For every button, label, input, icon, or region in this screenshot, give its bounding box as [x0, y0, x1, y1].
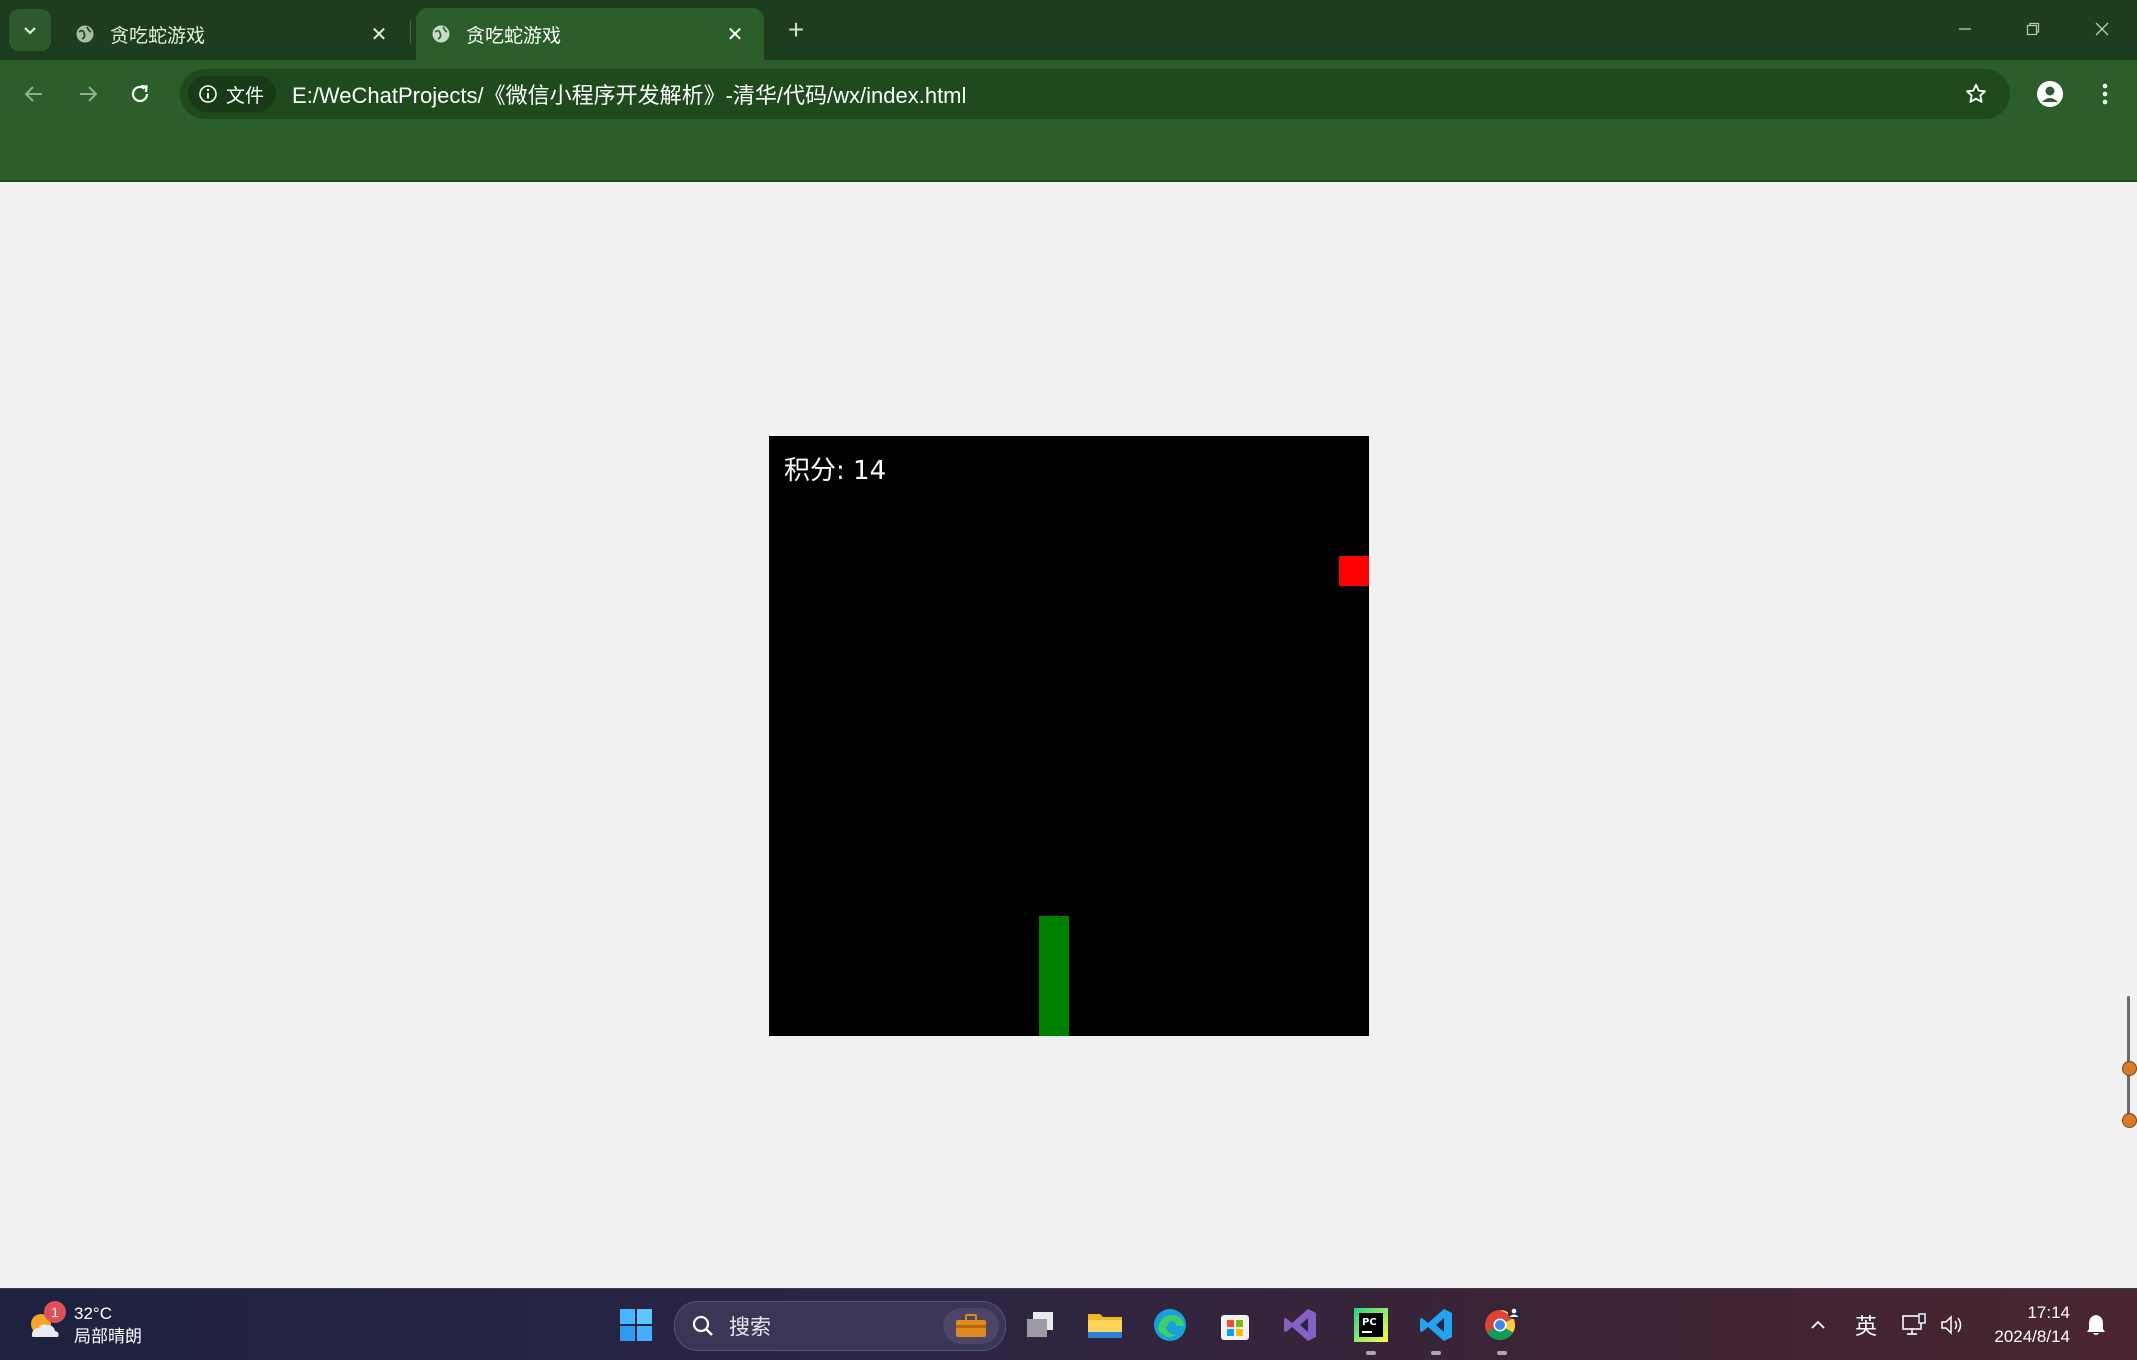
restore-icon	[2026, 22, 2040, 36]
search-icon	[689, 1312, 717, 1340]
plus-icon: +	[787, 14, 805, 45]
slider-knob[interactable]	[2122, 1113, 2137, 1128]
close-icon[interactable]: ✕	[364, 19, 394, 49]
windows-logo-icon	[620, 1309, 652, 1341]
slider-knob[interactable]	[2122, 1061, 2137, 1076]
tab-title: 贪吃蛇游戏	[466, 25, 562, 47]
tab-divider	[410, 20, 411, 44]
info-icon	[199, 85, 217, 103]
taskbar: 1 32°C 局部晴朗 搜索 PC 英 17:14 2024/8/14	[0, 1288, 2137, 1360]
globe-icon	[430, 23, 452, 45]
search-placeholder: 搜索	[729, 1316, 771, 1339]
clock-time: 17:14	[2027, 1303, 2070, 1322]
bookmark-button[interactable]	[1956, 74, 1996, 114]
edge-button[interactable]	[1146, 1301, 1194, 1349]
arrow-right-icon	[80, 86, 98, 102]
volume-button[interactable]	[1934, 1301, 1970, 1349]
clock[interactable]: 17:14 2024/8/14	[1980, 1301, 2070, 1349]
speaker-icon	[1941, 1315, 1962, 1335]
vscode-button[interactable]	[1412, 1301, 1460, 1355]
minimize-icon	[1959, 28, 1971, 30]
network-button[interactable]	[1896, 1301, 1932, 1349]
restore-button[interactable]	[2008, 8, 2058, 50]
input-method-indicator[interactable]: 英	[1848, 1301, 1884, 1349]
new-tab-button[interactable]: +	[780, 14, 812, 46]
address-bar[interactable]: 文件 E:/WeChatProjects/《微信小程序开发解析》-清华/代码/w…	[180, 69, 2010, 119]
bell-icon	[2087, 1315, 2105, 1335]
browser-window: 贪吃蛇游戏 ✕ 贪吃蛇游戏 ✕ + 文件 E:/WeChatProjects/《…	[0, 0, 2137, 1360]
folder-icon	[1088, 1314, 1122, 1338]
tab-snake-game-1[interactable]: 贪吃蛇游戏 ✕	[60, 8, 408, 60]
close-icon[interactable]: ✕	[720, 19, 750, 49]
arrow-left-icon	[24, 86, 42, 102]
tab-search-button[interactable]	[9, 9, 51, 51]
task-view-icon	[1027, 1312, 1053, 1337]
close-window-button[interactable]	[2077, 8, 2127, 50]
notifications-button[interactable]	[2078, 1301, 2114, 1349]
forward-button[interactable]	[68, 74, 108, 114]
minimize-button[interactable]	[1940, 8, 1990, 50]
side-slider-widget[interactable]	[2121, 996, 2137, 1136]
avatar-icon	[2037, 81, 2063, 107]
chrome-icon	[1485, 1307, 1520, 1341]
partly-sunny-icon: 1	[24, 1301, 66, 1345]
svg-text:PC: PC	[1362, 1317, 1377, 1328]
edge-icon	[1154, 1309, 1186, 1341]
page-viewport: 积分: 14	[0, 182, 2137, 1288]
tab-strip: 贪吃蛇游戏 ✕ 贪吃蛇游戏 ✕ +	[0, 0, 2137, 60]
visual-studio-button[interactable]	[1276, 1301, 1324, 1349]
running-indicator	[1366, 1351, 1376, 1355]
menu-button[interactable]	[2085, 74, 2125, 114]
snake-game-canvas[interactable]: 积分: 14	[769, 436, 1369, 1036]
store-icon	[1221, 1315, 1249, 1340]
vscode-icon	[1420, 1309, 1452, 1341]
browser-toolbar: 文件 E:/WeChatProjects/《微信小程序开发解析》-清华/代码/w…	[0, 60, 2137, 182]
score-label: 积分: 14	[784, 456, 887, 486]
briefcase-icon	[943, 1308, 999, 1344]
taskbar-search[interactable]: 搜索	[674, 1301, 1006, 1351]
visual-studio-icon	[1284, 1309, 1316, 1341]
reload-icon	[131, 84, 149, 103]
star-icon	[1966, 83, 1986, 103]
weather-condition: 局部晴朗	[74, 1327, 142, 1346]
site-info-chip[interactable]: 文件	[188, 76, 277, 112]
food-block	[1339, 556, 1369, 586]
chevron-down-icon	[24, 27, 36, 35]
notification-badge: 1	[44, 1301, 66, 1323]
snake-body	[1039, 916, 1069, 1036]
running-indicator	[1497, 1351, 1507, 1355]
tab-title: 贪吃蛇游戏	[110, 25, 206, 47]
reload-button[interactable]	[120, 74, 160, 114]
chevron-up-icon	[1811, 1320, 1825, 1329]
start-button[interactable]	[612, 1301, 660, 1349]
more-vertical-icon	[2102, 83, 2108, 105]
weather-widget[interactable]: 1 32°C 局部晴朗	[24, 1299, 184, 1351]
back-button[interactable]	[14, 74, 54, 114]
pycharm-button[interactable]: PC	[1347, 1301, 1395, 1355]
chrome-button[interactable]	[1478, 1301, 1526, 1355]
globe-icon	[74, 23, 96, 45]
file-explorer-button[interactable]	[1081, 1301, 1129, 1349]
weather-temperature: 32°C	[74, 1304, 112, 1323]
running-indicator	[1431, 1351, 1441, 1355]
tab-snake-game-2[interactable]: 贪吃蛇游戏 ✕	[416, 8, 764, 60]
show-hidden-icons-button[interactable]	[1800, 1301, 1836, 1349]
profile-button[interactable]	[2030, 74, 2070, 114]
microsoft-store-button[interactable]	[1211, 1301, 1259, 1349]
url-text[interactable]: E:/WeChatProjects/《微信小程序开发解析》-清华/代码/wx/i…	[292, 78, 1956, 110]
close-icon	[2095, 22, 2109, 36]
network-icon	[1902, 1313, 1926, 1335]
site-info-label: 文件	[226, 85, 265, 107]
pycharm-icon: PC	[1354, 1308, 1388, 1342]
slider-rail	[2127, 996, 2130, 1124]
clock-date: 2024/8/14	[1994, 1327, 2070, 1346]
task-view-button[interactable]	[1016, 1301, 1064, 1349]
